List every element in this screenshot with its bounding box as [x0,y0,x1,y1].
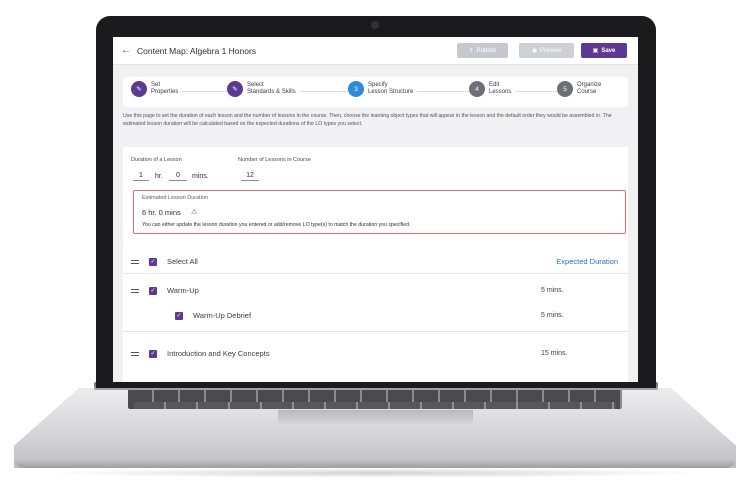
page-title: Content Map: Algebra 1 Honors [137,45,257,56]
expected-duration-header: Expected Duration [556,257,618,266]
laptop-screen: ← Content Map: Algebra 1 Honors ⇧ Publis… [113,37,638,382]
floppy-disk-icon: ▣ [592,48,599,54]
step-number: 5 [557,81,573,97]
hours-input[interactable]: 1 [133,171,149,181]
divider [123,331,628,332]
list-item: ✓ Introduction and Key Concepts 15 mins. [123,349,628,358]
step-number: 3 [348,81,364,97]
drag-handle-icon[interactable] [131,288,139,293]
estimate-value: 6 hr. 0 mins [142,208,181,217]
item-label: Introduction and Key Concepts [167,349,270,358]
laptop-trackpad [278,410,473,424]
publish-button[interactable]: ⇧ Publish [457,43,508,58]
instructions-text: Use this page to set the duration of eac… [123,113,612,127]
item-checkbox[interactable]: ✓ [149,349,157,358]
app-header: ← Content Map: Algebra 1 Honors ⇧ Publis… [113,37,638,65]
item-duration: 5 mins. [541,287,564,294]
pencil-icon: ✎ [227,81,243,97]
warning-icon: ⚠ [191,209,198,216]
estimated-duration-alert: Estimated Lesson Duration 6 hr. 0 mins ⚠… [133,190,626,234]
lessons-count-label: Number of Lessons in Course [238,157,311,163]
step-number: 4 [469,81,485,97]
step-label: Select Standards & Skills [247,82,296,95]
duration-label: Duration of a Lesson [131,157,182,163]
publish-label: Publish [476,47,497,54]
minutes-input[interactable]: 0 [169,171,187,181]
step-label: Specify Lesson Structure [368,82,414,95]
preview-button[interactable]: ◉ Preview [519,43,574,58]
upload-icon: ⇧ [468,48,474,54]
step-label: Set Properties [151,82,179,95]
step-edit-lessons[interactable]: 4 Edit Lessons [469,81,516,97]
select-all-row: ✓ Select All Expected Duration [123,257,628,266]
list-item: ✓ Warm-Up 5 mins. [123,286,628,295]
preview-label: Preview [539,47,562,54]
laptop-shadow [40,468,710,478]
pencil-icon: ✎ [131,81,147,97]
estimate-label: Estimated Lesson Duration [142,195,209,201]
item-label: Warm-Up [167,286,199,295]
item-checkbox[interactable]: ✓ [149,286,157,295]
step-set-properties[interactable]: ✎ Set Properties [131,81,183,97]
select-all-checkbox[interactable]: ✓ [149,257,157,266]
step-label: Organize Course [577,82,602,95]
drag-handle-icon[interactable] [131,259,139,264]
laptop-bezel: ← Content Map: Algebra 1 Honors ⇧ Publis… [96,16,656,388]
laptop-base-edge [14,458,736,468]
estimate-message: You can either update the lesson duratio… [142,222,411,228]
save-label: Save [601,47,616,54]
save-button[interactable]: ▣ Save [581,43,627,58]
step-organize-course[interactable]: 5 Organize Course [557,81,606,97]
select-all-label: Select All [167,257,198,266]
item-duration: 5 mins. [541,312,564,319]
progress-stepper: ✎ Set Properties ✎ Select Standards & Sk… [123,77,628,107]
hours-unit: hr. [155,173,163,180]
item-duration: 15 mins. [541,350,568,357]
arrow-left-icon[interactable]: ← [121,45,131,56]
divider [123,273,628,274]
eye-icon: ◉ [531,48,537,54]
lessons-count-input[interactable]: 12 [241,171,259,181]
list-item: ✓ Warm-Up Debrief 5 mins. [123,311,628,320]
camera-icon [371,21,379,29]
step-specify-structure[interactable]: 3 Specify Lesson Structure [348,81,418,97]
drag-handle-icon[interactable] [131,351,139,356]
lo-type-list: ✓ Select All Expected Duration ✓ Warm-Up… [123,247,628,382]
minutes-unit: mins. [192,173,209,180]
item-label: Warm-Up Debrief [193,311,252,320]
laptop-keyboard-row [134,402,616,409]
item-checkbox[interactable]: ✓ [175,311,183,320]
step-select-standards[interactable]: ✎ Select Standards & Skills [227,81,300,97]
step-label: Edit Lessons [489,82,512,95]
